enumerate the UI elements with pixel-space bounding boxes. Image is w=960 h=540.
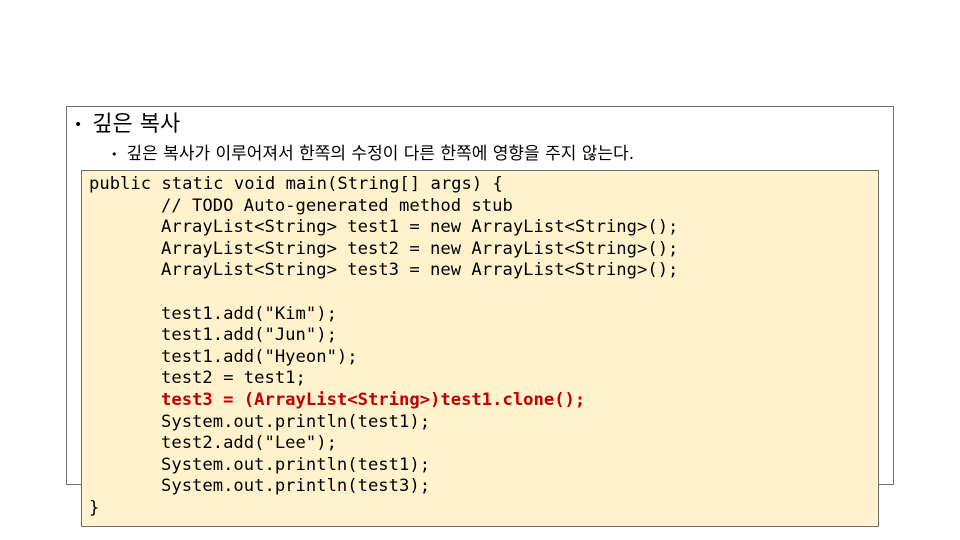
code-line: System.out.println(test1);: [89, 455, 678, 477]
code-text: test1.add("Jun");: [161, 325, 337, 346]
code-text: public static void main(String[] args) {: [89, 174, 503, 194]
heading-text: 깊은 복사: [92, 112, 181, 137]
code-line: ArrayList<String> test2 = new ArrayList<…: [89, 239, 678, 261]
code-line: // TODO Auto-generated method stub: [89, 196, 678, 218]
code-line: test1.add("Hyeon");: [89, 347, 678, 369]
code-line: }: [89, 498, 678, 520]
bullet-dot-icon: •: [74, 117, 83, 133]
code-text: System.out.println(test3);: [161, 476, 431, 497]
bullet-dot-icon: •: [111, 147, 118, 161]
code-text: test1.add("Kim");: [161, 303, 337, 324]
code-line: test1.add("Jun");: [89, 325, 678, 347]
code-block: public static void main(String[] args) {…: [89, 174, 678, 520]
code-line: System.out.println(test1);: [89, 412, 678, 434]
code-text: // TODO Auto-generated method stub: [161, 195, 513, 216]
code-line: test2 = test1;: [89, 368, 678, 390]
sub-bullet: • 깊은 복사가 이루어져서 한쪽의 수정이 다른 한쪽에 영향을 주지 않는다.: [111, 139, 634, 164]
code-line: ArrayList<String> test3 = new ArrayList<…: [89, 260, 678, 282]
code-text: test1.add("Hyeon");: [161, 346, 358, 367]
code-text: System.out.println(test1);: [161, 454, 431, 475]
code-line: test1.add("Kim");: [89, 304, 678, 326]
heading-bullet: • 깊은 복사: [74, 106, 180, 138]
code-text: ArrayList<String> test2 = new ArrayList<…: [161, 238, 679, 259]
code-text: ArrayList<String> test1 = new ArrayList<…: [161, 217, 679, 238]
code-line: System.out.println(test3);: [89, 476, 678, 498]
highlighted-code-text: test3 = (ArrayList<String>)test1.clone()…: [161, 389, 586, 410]
code-line: public static void main(String[] args) {: [89, 174, 678, 196]
code-line: test2.add("Lee");: [89, 433, 678, 455]
code-text: System.out.println(test1);: [161, 411, 431, 432]
code-text: }: [89, 497, 100, 518]
code-line: test3 = (ArrayList<String>)test1.clone()…: [89, 390, 678, 412]
code-line: ArrayList<String> test1 = new ArrayList<…: [89, 217, 678, 239]
code-text: test2 = test1;: [161, 368, 306, 389]
code-text: ArrayList<String> test3 = new ArrayList<…: [161, 260, 679, 281]
sub-bullet-text: 깊은 복사가 이루어져서 한쪽의 수정이 다른 한쪽에 영향을 주지 않는다.: [126, 144, 635, 164]
code-text: test2.add("Lee");: [161, 433, 337, 454]
